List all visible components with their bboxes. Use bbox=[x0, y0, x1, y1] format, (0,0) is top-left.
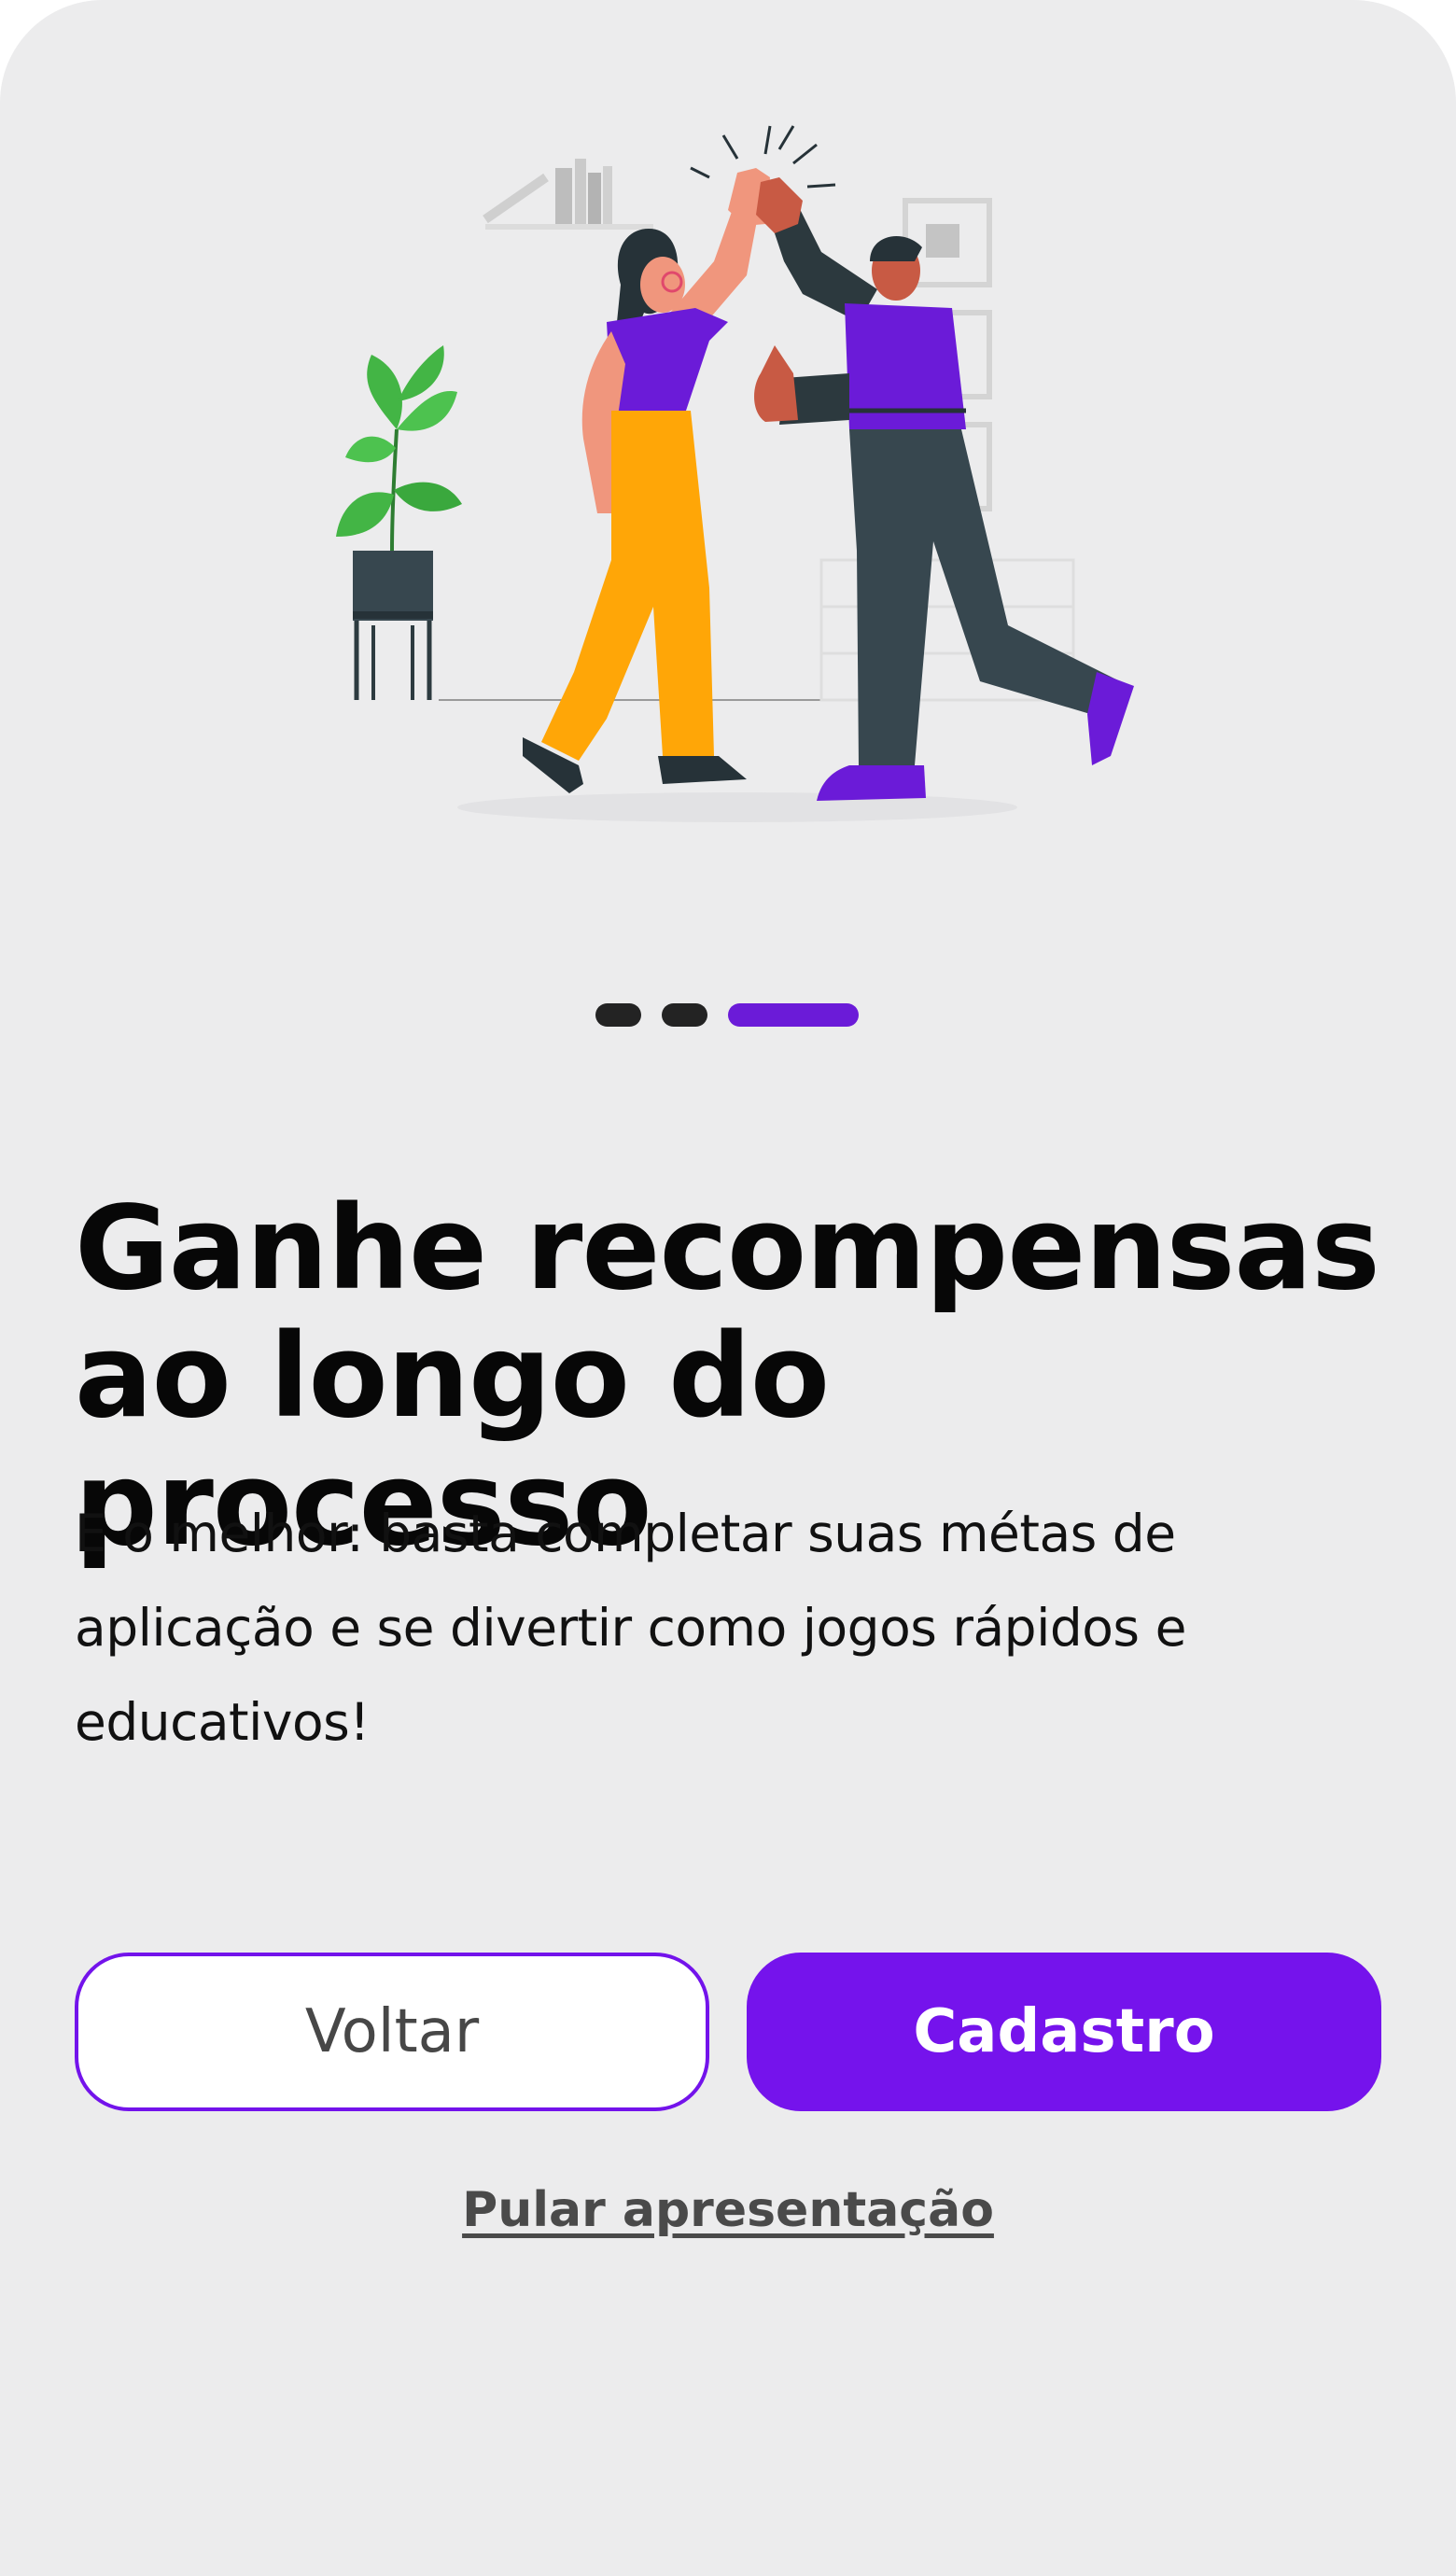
page-dot-2[interactable] bbox=[662, 1003, 707, 1027]
onboarding-screen: Ganhe recompensas ao longo do processo E… bbox=[0, 0, 1456, 2576]
title-line-1: Ganhe recompensas bbox=[75, 1182, 1380, 1316]
description-line-1: E o melhor: basta completar suas métas d… bbox=[75, 1504, 1176, 1563]
description-line-2: aplicação e se divertir como jogos rápid… bbox=[75, 1598, 1186, 1658]
high-five-illustration bbox=[336, 125, 1134, 822]
man-figure bbox=[754, 177, 1134, 801]
floor-shadow bbox=[457, 792, 1017, 822]
skip-intro-link[interactable]: Pular apresentação bbox=[0, 2182, 1456, 2238]
page-indicator bbox=[0, 1003, 1455, 1027]
page-description: E o melhor: basta completar suas métas d… bbox=[75, 1487, 1381, 1770]
plant-icon bbox=[336, 345, 462, 700]
page-dot-1[interactable] bbox=[595, 1003, 641, 1027]
signup-button[interactable]: Cadastro bbox=[747, 1953, 1381, 2111]
description-line-3: educativos! bbox=[75, 1692, 370, 1752]
back-button[interactable]: Voltar bbox=[75, 1953, 709, 2111]
shelf-books-icon bbox=[483, 159, 653, 230]
page-dot-3-active[interactable] bbox=[728, 1003, 859, 1027]
